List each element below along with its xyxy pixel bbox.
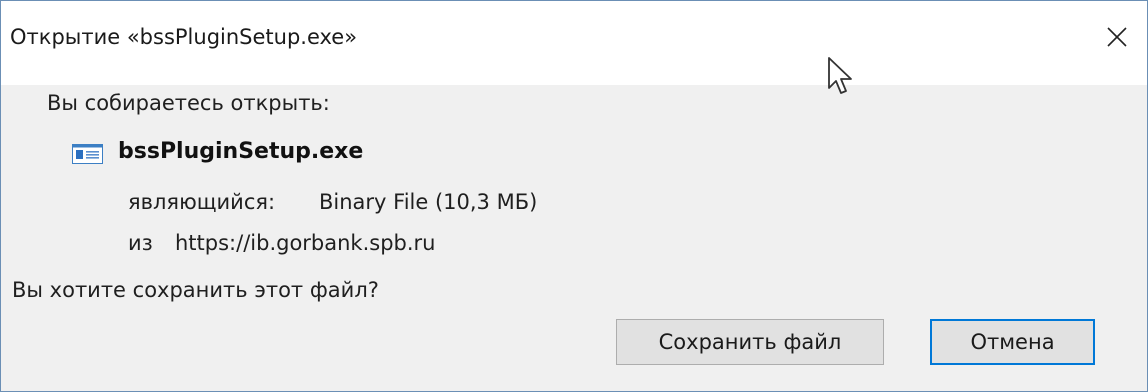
executable-file-icon <box>72 144 103 164</box>
dialog-content: Вы собираетесь открыть: bssPluginSetup.e… <box>1 85 1147 391</box>
save-question: Вы хотите сохранить этот файл? <box>12 278 379 302</box>
save-file-button[interactable]: Сохранить файл <box>616 319 884 365</box>
close-button[interactable] <box>1087 11 1147 67</box>
title-bar: Открытие «bssPluginSetup.exe» <box>1 1 1147 85</box>
cancel-button[interactable]: Отмена <box>930 319 1095 365</box>
source-label: из <box>128 231 153 255</box>
download-dialog: Открытие «bssPluginSetup.exe» Вы собирае… <box>0 0 1148 392</box>
mouse-pointer-icon <box>828 57 852 94</box>
prompt-text: Вы собираетесь открыть: <box>47 91 330 115</box>
file-type-value: Binary File (10,3 МБ) <box>319 190 538 214</box>
file-type-label: являющийся: <box>128 190 276 214</box>
file-name: bssPluginSetup.exe <box>118 139 364 164</box>
dialog-title: Открытие «bssPluginSetup.exe» <box>10 25 358 49</box>
close-icon <box>1107 27 1127 47</box>
source-url: https://ib.gorbank.spb.ru <box>175 231 436 255</box>
